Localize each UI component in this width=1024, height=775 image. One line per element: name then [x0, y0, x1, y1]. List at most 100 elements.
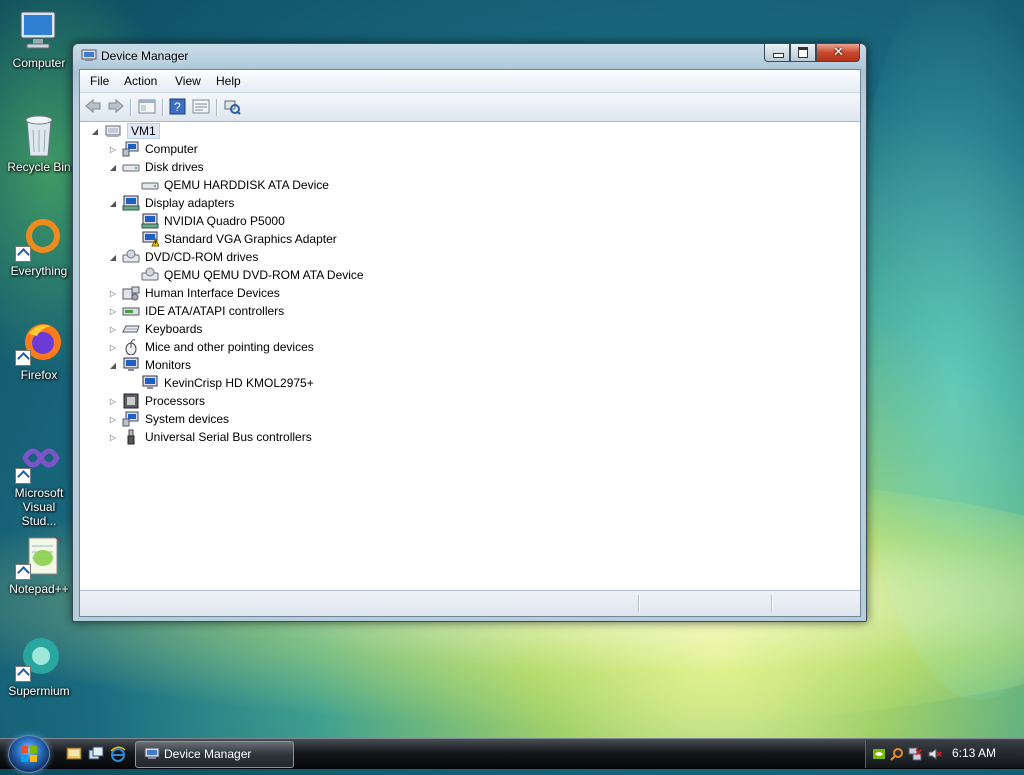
tree-category-display-adapters[interactable]: ◢ Display adapters: [108, 194, 234, 212]
forward-button[interactable]: [107, 98, 125, 115]
quicklaunch-switch-windows[interactable]: [88, 746, 104, 762]
svg-text:?: ?: [174, 100, 181, 114]
display-adapter-icon: [122, 195, 140, 211]
console-tree-icon: [138, 99, 156, 114]
tree-category-monitors[interactable]: ◢ Monitors: [108, 356, 191, 374]
device-manager-icon: [144, 747, 160, 761]
expand-triangle-icon[interactable]: ▷: [108, 288, 118, 298]
search-tray-icon[interactable]: [890, 747, 904, 761]
expand-triangle-icon[interactable]: ▷: [108, 144, 118, 154]
help-icon: ?: [169, 98, 186, 115]
tree-category-ide-ata-atapi[interactable]: ▷ IDE ATA/ATAPI controllers: [108, 302, 284, 320]
show-hide-console-tree-button[interactable]: [138, 98, 156, 115]
quicklaunch-internet-explorer[interactable]: [110, 746, 126, 762]
expand-triangle-icon[interactable]: ▷: [108, 306, 118, 316]
tree-category-system-devices[interactable]: ▷ System devices: [108, 410, 229, 428]
collapse-triangle-icon[interactable]: ◢: [108, 360, 118, 370]
recycle-bin-icon: [15, 112, 63, 158]
tree-category-processors[interactable]: ▷ Processors: [108, 392, 205, 410]
close-icon: ✕: [833, 44, 844, 59]
collapse-triangle-icon[interactable]: ◢: [108, 162, 118, 172]
display-adapter-warning-icon: [141, 231, 160, 247]
tree-root[interactable]: ◢ VM1: [90, 122, 160, 140]
clock[interactable]: 6:13 AM: [952, 746, 996, 760]
desktop-icon-computer[interactable]: Computer: [4, 8, 74, 70]
expand-triangle-icon[interactable]: ▷: [108, 414, 118, 424]
firefox-icon: [15, 320, 63, 366]
device-manager-icon: [81, 49, 97, 62]
dvd-drive-icon: [122, 249, 140, 265]
tree-label: Keyboards: [145, 322, 203, 336]
desktop-icon-label: Computer: [12, 56, 66, 70]
shortcut-arrow-icon: [15, 350, 31, 366]
status-bar: [80, 590, 860, 616]
scan-hardware-icon: [224, 100, 241, 115]
menu-action[interactable]: Action: [124, 74, 157, 88]
back-button[interactable]: [84, 98, 102, 115]
maximize-button[interactable]: [790, 44, 816, 62]
properties-button[interactable]: [192, 98, 210, 115]
device-manager-window[interactable]: Device Manager ✕ File Action View Help ?…: [72, 43, 867, 622]
tree-category-computer[interactable]: ▷ Computer: [108, 140, 198, 158]
desktop-icon-recycle-bin[interactable]: Recycle Bin: [4, 112, 74, 174]
collapse-triangle-icon[interactable]: ◢: [108, 198, 118, 208]
tree-category-dvd-cd-rom[interactable]: ◢ DVD/CD-ROM drives: [108, 248, 258, 266]
tree-category-human-interface-devices[interactable]: ▷ Human Interface Devices: [108, 284, 280, 302]
collapse-triangle-icon[interactable]: ◢: [90, 126, 100, 136]
expand-triangle-icon[interactable]: ▷: [108, 432, 118, 442]
properties-icon: [192, 99, 210, 114]
nvidia-tray-icon[interactable]: [872, 747, 886, 761]
internet-explorer-icon: [110, 746, 126, 762]
network-tray-icon[interactable]: [908, 747, 922, 761]
menu-view[interactable]: View: [175, 74, 201, 88]
device-tree[interactable]: ◢ VM1 ▷ Computer ◢ Disk drives QEMU HARD…: [80, 122, 860, 590]
desktop-icon-firefox[interactable]: Firefox: [4, 320, 74, 382]
maximize-icon: [798, 47, 808, 58]
caption-buttons: ✕: [764, 44, 860, 62]
tree-label: Universal Serial Bus controllers: [145, 430, 312, 444]
tree-device-qemu-harddisk[interactable]: QEMU HARDDISK ATA Device: [141, 176, 329, 194]
expand-triangle-icon[interactable]: ▷: [108, 324, 118, 334]
desktop-icon-everything[interactable]: Everything: [4, 216, 74, 278]
menu-file[interactable]: File: [90, 74, 109, 88]
tree-category-mice[interactable]: ▷ Mice and other pointing devices: [108, 338, 314, 356]
expand-triangle-icon[interactable]: ▷: [108, 342, 118, 352]
minimize-button[interactable]: [764, 44, 790, 62]
desktop-icon-supermium[interactable]: Supermium: [4, 636, 74, 698]
menu-help[interactable]: Help: [216, 74, 241, 88]
tree-category-disk-drives[interactable]: ◢ Disk drives: [108, 158, 204, 176]
tree-label: Human Interface Devices: [145, 286, 280, 300]
toolbar: ?: [80, 93, 860, 122]
collapse-triangle-icon[interactable]: ◢: [108, 252, 118, 262]
system-tray: 6:13 AM: [865, 740, 1024, 768]
menu-bar: File Action View Help: [80, 70, 860, 93]
help-button[interactable]: ?: [169, 98, 187, 115]
windows-logo-icon: [21, 746, 37, 762]
desktop-icon-label: Firefox: [20, 368, 58, 382]
quicklaunch-show-desktop[interactable]: [66, 746, 82, 762]
start-button[interactable]: [8, 735, 50, 773]
forward-arrow-icon: [108, 98, 124, 114]
desktop-icon-visual-studio[interactable]: Microsoft Visual Stud...: [4, 438, 74, 528]
dvd-drive-icon: [141, 267, 159, 283]
scan-hardware-changes-button[interactable]: [223, 98, 241, 115]
tree-device-qemu-dvd-rom[interactable]: QEMU QEMU DVD-ROM ATA Device: [141, 266, 364, 284]
expand-triangle-icon[interactable]: ▷: [108, 396, 118, 406]
close-button[interactable]: ✕: [816, 44, 860, 62]
ide-controller-icon: [122, 303, 140, 319]
visual-studio-icon: [15, 438, 63, 484]
title-bar[interactable]: Device Manager ✕: [73, 44, 866, 68]
tree-label: Mice and other pointing devices: [145, 340, 314, 354]
tree-label: System devices: [145, 412, 230, 426]
tree-category-keyboards[interactable]: ▷ Keyboards: [108, 320, 202, 338]
volume-muted-tray-icon[interactable]: [928, 747, 942, 761]
tree-category-usb-controllers[interactable]: ▷ Universal Serial Bus controllers: [108, 428, 312, 446]
tree-device-nvidia-quadro[interactable]: NVIDIA Quadro P5000: [141, 212, 285, 230]
switch-windows-icon: [88, 746, 104, 760]
tree-device-standard-vga[interactable]: Standard VGA Graphics Adapter: [141, 230, 337, 248]
tree-device-kevincrisp-monitor[interactable]: KevinCrisp HD KMOL2975+: [141, 374, 314, 392]
taskbar-button-device-manager[interactable]: Device Manager: [135, 741, 294, 768]
desktop-icon-notepad-plus-plus[interactable]: Notepad++: [4, 534, 74, 596]
desktop-icon-label: Supermium: [8, 684, 70, 698]
shortcut-arrow-icon: [15, 564, 31, 580]
